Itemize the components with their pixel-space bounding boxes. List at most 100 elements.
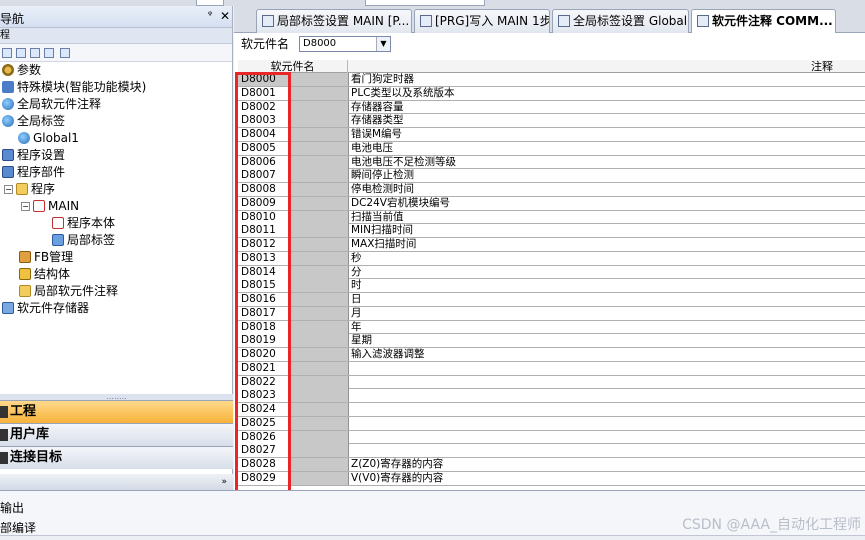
copy-icon[interactable]: [16, 48, 26, 58]
tree-item-local-device-comment[interactable]: 局部软元件注释: [19, 283, 118, 300]
tree-item-special-module[interactable]: 特殊模块(智能功能模块): [2, 79, 146, 96]
table-row[interactable]: D8010 扫描当前值: [238, 210, 865, 225]
device-cell[interactable]: D8020: [238, 348, 288, 361]
tree-item-global1[interactable]: Global1: [18, 130, 79, 147]
comment-cell[interactable]: 星期: [348, 334, 865, 348]
table-row[interactable]: D8005 电池电压: [238, 141, 865, 156]
tree-item-program-settings[interactable]: 程序设置: [2, 147, 65, 164]
comment-cell[interactable]: [348, 430, 865, 444]
comment-cell[interactable]: 看门狗定时器: [348, 73, 865, 86]
table-row[interactable]: D8023: [238, 389, 865, 403]
device-cell[interactable]: D8014: [238, 265, 288, 279]
device-cell[interactable]: D8001: [238, 86, 288, 100]
table-row[interactable]: D8001 PLC类型以及系统版本: [238, 86, 865, 101]
device-cell[interactable]: D8013: [238, 251, 288, 265]
tree-item-global-label[interactable]: 全局标签: [2, 113, 65, 130]
table-row[interactable]: D8000 看门狗定时器: [238, 73, 865, 87]
comment-cell[interactable]: 扫描当前值: [348, 210, 865, 224]
comment-cell[interactable]: [348, 375, 865, 389]
device-cell[interactable]: D8004: [238, 128, 288, 141]
comment-cell[interactable]: MAX扫描时间: [348, 238, 865, 251]
device-cell[interactable]: D8015: [238, 279, 288, 293]
device-cell[interactable]: D8024: [238, 403, 288, 416]
device-name-combo[interactable]: D8000 ▼: [299, 36, 391, 52]
table-row[interactable]: D8007 瞬间停止检测: [238, 169, 865, 183]
navigation-options[interactable]: »: [0, 474, 233, 490]
table-row[interactable]: D8015 时: [238, 279, 865, 293]
table-row[interactable]: D8012 MAX扫描时间: [238, 238, 865, 252]
comment-cell[interactable]: 存储器容量: [348, 100, 865, 114]
device-cell[interactable]: D8029: [238, 471, 288, 485]
device-cell[interactable]: D8027: [238, 444, 288, 458]
comment-cell[interactable]: MIN扫描时间: [348, 224, 865, 238]
comment-cell[interactable]: [348, 389, 865, 403]
table-row[interactable]: D8008 停电检测时间: [238, 183, 865, 197]
comment-cell[interactable]: [348, 444, 865, 458]
comment-cell[interactable]: Z(Z0)寄存器的内容: [348, 458, 865, 471]
collapse-icon[interactable]: −: [4, 185, 13, 194]
tab-local-label-main[interactable]: 局部标签设置 MAIN [P...: [256, 9, 412, 33]
close-icon[interactable]: ✕: [220, 9, 230, 23]
device-cell[interactable]: D8019: [238, 334, 288, 348]
table-row[interactable]: D8021: [238, 361, 865, 376]
comment-cell[interactable]: 停电检测时间: [348, 183, 865, 196]
device-cell[interactable]: D8000: [238, 73, 288, 86]
device-cell[interactable]: D8002: [238, 100, 288, 114]
table-row[interactable]: D8025: [238, 416, 865, 431]
tree-item-fb-management[interactable]: FB管理: [19, 249, 73, 266]
tab-prg-write-main[interactable]: [PRG]写入 MAIN 1步: [414, 9, 550, 33]
tree-item-main[interactable]: − MAIN: [21, 198, 79, 215]
comment-cell[interactable]: 年: [348, 320, 865, 334]
table-row[interactable]: D8002 存储器容量: [238, 100, 865, 115]
comment-cell[interactable]: [348, 416, 865, 430]
device-cell[interactable]: D8010: [238, 210, 288, 224]
table-row[interactable]: D8028 Z(Z0)寄存器的内容: [238, 458, 865, 472]
device-cell[interactable]: D8003: [238, 114, 288, 128]
device-cell[interactable]: D8018: [238, 320, 288, 334]
device-cell[interactable]: D8025: [238, 416, 288, 430]
comment-cell[interactable]: 秒: [348, 251, 865, 265]
tab-device-comment[interactable]: 软元件注释 COMM...: [691, 9, 836, 33]
tree-item-program[interactable]: − 程序: [4, 181, 55, 198]
comment-cell[interactable]: V(V0)寄存器的内容: [348, 471, 865, 485]
device-cell[interactable]: D8021: [238, 361, 288, 375]
comment-cell[interactable]: 时: [348, 279, 865, 293]
comment-cell[interactable]: 电池电压不足检测等级: [348, 155, 865, 169]
collapse-icon[interactable]: −: [21, 202, 30, 211]
tree-item-program-body[interactable]: 程序本体: [52, 215, 115, 232]
device-cell[interactable]: D8026: [238, 430, 288, 444]
comment-cell[interactable]: 瞬间停止检测: [348, 169, 865, 183]
device-cell[interactable]: D8012: [238, 238, 288, 251]
table-row[interactable]: D8014 分: [238, 265, 865, 280]
table-row[interactable]: D8022: [238, 375, 865, 390]
device-cell[interactable]: D8009: [238, 196, 288, 210]
table-row[interactable]: D8017 月: [238, 306, 865, 321]
column-header-comment[interactable]: 注释: [348, 60, 865, 73]
refresh-icon[interactable]: [44, 48, 54, 58]
table-row[interactable]: D8013 秒: [238, 251, 865, 266]
tree-item-structure[interactable]: 结构体: [19, 266, 70, 283]
device-cell[interactable]: D8007: [238, 169, 288, 183]
table-row[interactable]: D8026: [238, 430, 865, 445]
paste-icon[interactable]: [30, 48, 40, 58]
table-row[interactable]: D8024: [238, 403, 865, 417]
device-cell[interactable]: D8028: [238, 458, 288, 471]
table-row[interactable]: D8016 日: [238, 293, 865, 307]
device-cell[interactable]: D8017: [238, 306, 288, 320]
device-cell[interactable]: D8016: [238, 293, 288, 306]
user-library-button[interactable]: 用户库: [0, 423, 233, 446]
comment-cell[interactable]: PLC类型以及系统版本: [348, 86, 865, 100]
device-cell[interactable]: D8022: [238, 375, 288, 389]
table-row[interactable]: D8011 MIN扫描时间: [238, 224, 865, 238]
comment-cell[interactable]: 日: [348, 293, 865, 306]
comment-cell[interactable]: 月: [348, 306, 865, 320]
table-row[interactable]: D8029 V(V0)寄存器的内容: [238, 471, 865, 486]
table-row[interactable]: D8019 星期: [238, 334, 865, 348]
device-cell[interactable]: D8006: [238, 155, 288, 169]
device-cell[interactable]: D8023: [238, 389, 288, 403]
tree-item-device-memory[interactable]: 软元件存储器: [2, 300, 89, 317]
comment-cell[interactable]: [348, 403, 865, 416]
tree-item-program-parts[interactable]: 程序部件: [2, 164, 65, 181]
column-header-device[interactable]: 软元件名: [238, 60, 348, 73]
device-cell[interactable]: D8008: [238, 183, 288, 196]
